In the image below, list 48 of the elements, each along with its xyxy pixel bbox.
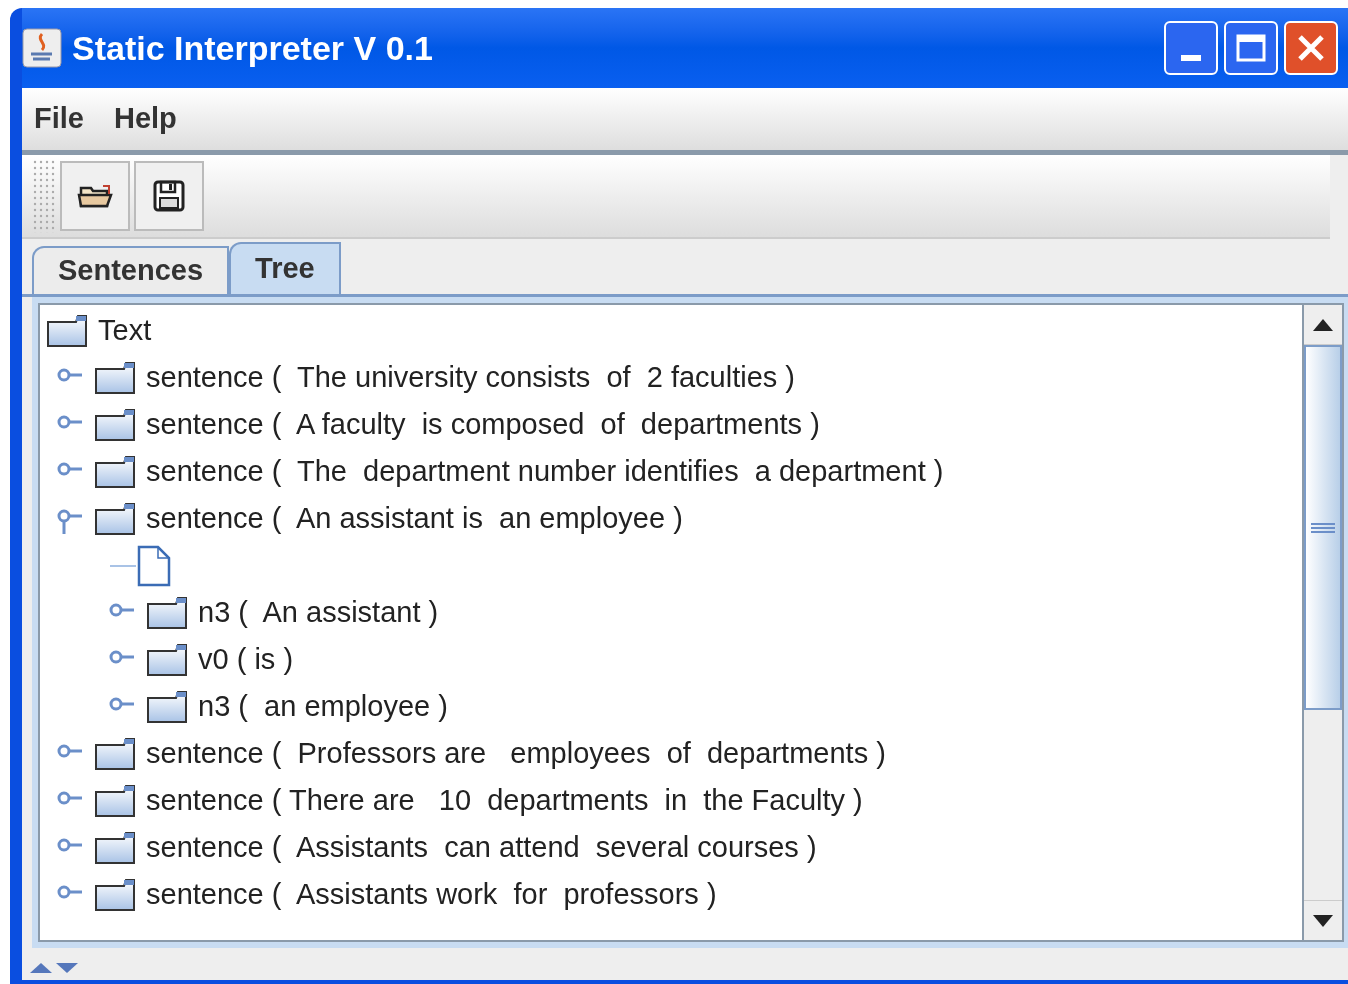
folder-icon	[94, 877, 136, 912]
maximize-button[interactable]	[1224, 21, 1278, 75]
tab[interactable]: Tree	[229, 242, 341, 294]
menu-item[interactable]: Help	[113, 97, 177, 141]
tree-root-label[interactable]: Text	[98, 316, 152, 345]
close-button[interactable]	[1284, 21, 1338, 75]
menu-item[interactable]: File	[34, 97, 84, 141]
folder-icon	[94, 360, 136, 395]
tree-node-label[interactable]: sentence ( A faculty is composed of departments )	[146, 410, 820, 439]
tree-node-label[interactable]: sentence ( An assistant is an employee )	[146, 504, 683, 533]
scrollbar-thumb[interactable]	[1304, 345, 1342, 710]
folder-icon	[94, 501, 136, 536]
tree-node-label[interactable]: n3 ( an employee )	[198, 692, 448, 721]
folder-icon	[94, 407, 136, 442]
folder-icon	[94, 783, 136, 818]
grip-lines-icon	[1311, 521, 1335, 534]
toolbar-grip-icon	[32, 159, 56, 233]
vertical-scrollbar[interactable]	[1304, 303, 1344, 942]
minimize-button[interactable]	[1164, 21, 1218, 75]
tree-node-label[interactable]: sentence ( Assistants can attend several courses )	[146, 833, 817, 862]
minimize-icon	[1181, 55, 1201, 61]
tree-node-label[interactable]: sentence ( Professors are employees of departments )	[146, 739, 886, 768]
tab[interactable]: Sentences	[32, 246, 230, 294]
tree-node-label[interactable]: v0 ( is )	[198, 645, 294, 674]
folder-icon	[94, 454, 136, 489]
tree-node-label[interactable]: sentence ( The university consists of 2 faculties )	[146, 363, 796, 392]
save-button[interactable]	[134, 161, 204, 231]
open-button[interactable]	[60, 161, 130, 231]
app-icon	[22, 28, 62, 68]
tree-node-label[interactable]: sentence ( There are 10 departments in the Faculty )	[146, 786, 863, 815]
up-arrow-icon	[30, 963, 52, 973]
folder-icon	[146, 689, 188, 724]
folder-icon	[146, 642, 188, 677]
window-title: Static Interpreter V 0.1	[72, 27, 434, 69]
folder-icon	[146, 595, 188, 630]
tree-node-label[interactable]: sentence ( Assistants work for professors )	[146, 880, 717, 909]
open-folder-icon	[77, 182, 113, 210]
maximize-icon	[1236, 34, 1266, 62]
down-arrow-icon	[56, 963, 78, 973]
tree-node-label[interactable]: sentence ( The department number identifies a department )	[146, 457, 944, 486]
document-icon	[136, 544, 172, 587]
tree-node-label[interactable]: n3 ( An assistant )	[198, 598, 439, 627]
close-icon	[1296, 33, 1326, 63]
folder-icon	[46, 313, 88, 348]
down-arrow-icon	[1313, 914, 1333, 927]
up-arrow-icon	[1313, 318, 1333, 331]
folder-icon	[94, 830, 136, 865]
folder-icon	[94, 736, 136, 771]
